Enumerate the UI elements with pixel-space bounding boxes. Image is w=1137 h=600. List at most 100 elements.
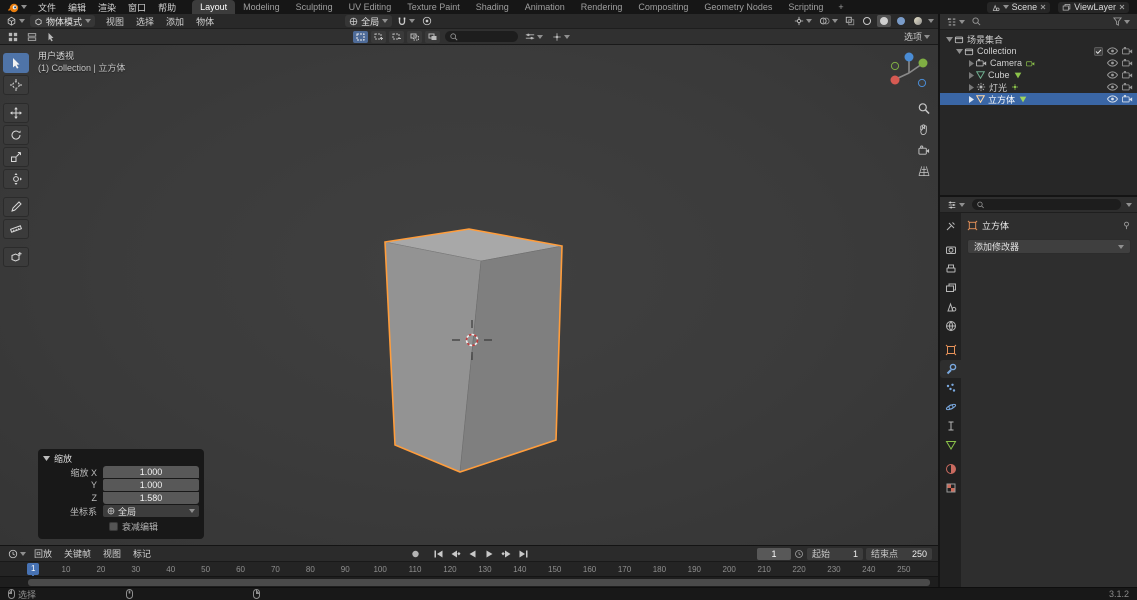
- properties-editor-type-button[interactable]: [945, 199, 967, 211]
- close-icon[interactable]: [1040, 4, 1046, 10]
- collection-checkbox-icon[interactable]: [1094, 46, 1103, 56]
- row-scene-collection[interactable]: 场景集合: [940, 33, 1137, 45]
- outliner-search-icon[interactable]: [972, 17, 981, 26]
- ruler-tick[interactable]: 140: [509, 562, 531, 577]
- workspace-tab[interactable]: Shading: [468, 0, 517, 14]
- camera-view-button[interactable]: [916, 142, 932, 158]
- tool-move[interactable]: [3, 103, 29, 123]
- eye-icon[interactable]: [1107, 95, 1118, 103]
- ruler-tick[interactable]: 50: [195, 562, 217, 577]
- ruler-tick[interactable]: 210: [753, 562, 775, 577]
- timeline-ruler[interactable]: 10 20 30 40 50 60 70 80 90 100 110 120 130 140 150 160 1…: [0, 561, 938, 577]
- ruler-tick[interactable]: 90: [334, 562, 356, 577]
- topbar-menu-item[interactable]: 帮助: [152, 0, 182, 14]
- scene-selector[interactable]: Scene: [986, 1, 1051, 13]
- timeline-menu-item[interactable]: 标记: [127, 547, 157, 560]
- tool-search[interactable]: [445, 31, 518, 42]
- ruler-tick[interactable]: 20: [90, 562, 112, 577]
- caret-right-icon[interactable]: [968, 95, 974, 103]
- tool-gizmos-dropdown[interactable]: [550, 31, 572, 43]
- select-mode-intersect[interactable]: [425, 30, 440, 43]
- select-mode-invert[interactable]: [407, 30, 422, 43]
- ruler-tick[interactable]: 240: [858, 562, 880, 577]
- ruler-tick[interactable]: 80: [299, 562, 321, 577]
- ruler-tick[interactable]: 170: [614, 562, 636, 577]
- viewport-3d[interactable]: 用户透视 (1) Collection | 立方体 缩放 缩放 X 1.000 …: [0, 45, 938, 545]
- scale-z-field[interactable]: 1.580: [103, 492, 199, 504]
- close-icon[interactable]: [1119, 4, 1125, 10]
- tab-texture[interactable]: [940, 479, 961, 497]
- operator-panel-header[interactable]: 缩放: [43, 452, 199, 465]
- workspace-filter-button[interactable]: [25, 31, 39, 43]
- jump-to-end-button[interactable]: [516, 548, 531, 560]
- properties-search[interactable]: [972, 199, 1121, 210]
- tool-options-dropdown[interactable]: 选项: [902, 31, 932, 43]
- next-keyframe-button[interactable]: [499, 548, 514, 560]
- orientation-selector[interactable]: 全局: [345, 15, 393, 27]
- workspace-tab[interactable]: Texture Paint: [399, 0, 468, 14]
- show-overlays-toggle[interactable]: [817, 15, 840, 27]
- row-object-camera[interactable]: Camera: [940, 57, 1137, 69]
- caret-right-icon[interactable]: [968, 71, 974, 79]
- zoom-button[interactable]: [916, 100, 932, 116]
- snap-toggle[interactable]: [395, 15, 417, 27]
- caret-right-icon[interactable]: [968, 83, 974, 91]
- eye-icon[interactable]: [1107, 83, 1118, 91]
- workspace-tab[interactable]: Compositing: [630, 0, 696, 14]
- tab-view-layer[interactable]: [940, 279, 961, 297]
- render-visibility-icon[interactable]: [1122, 59, 1133, 67]
- frame-start-field[interactable]: 起始 1: [807, 547, 863, 560]
- viewlayer-selector[interactable]: ViewLayer: [1058, 1, 1129, 13]
- caret-right-icon[interactable]: [968, 59, 974, 67]
- tool-search-input[interactable]: [461, 31, 513, 42]
- tool-scale[interactable]: [3, 147, 29, 167]
- operator-panel[interactable]: 缩放 缩放 X 1.000 Y 1.000 Z 1.580 坐标系 全局 衰减编…: [38, 449, 204, 539]
- viewport-menu-item[interactable]: 物体: [190, 15, 220, 28]
- ruler-tick[interactable]: 150: [544, 562, 566, 577]
- ruler-tick[interactable]: 40: [160, 562, 182, 577]
- workspace-tab[interactable]: Sculpting: [288, 0, 341, 14]
- navigation-gizmo[interactable]: [886, 50, 932, 96]
- ruler-tick[interactable]: 60: [230, 562, 252, 577]
- ruler-tick[interactable]: 160: [579, 562, 601, 577]
- falloff-checkbox-row[interactable]: 衰减编辑: [109, 520, 199, 533]
- tab-physics[interactable]: [940, 398, 961, 416]
- orientation-dropdown[interactable]: 全局: [103, 505, 199, 517]
- ruler-tick[interactable]: 230: [823, 562, 845, 577]
- workspace-tab[interactable]: Layout: [192, 0, 236, 14]
- tool-transform[interactable]: [3, 169, 29, 189]
- prev-keyframe-button[interactable]: [448, 548, 463, 560]
- tool-cursor[interactable]: [3, 75, 29, 95]
- add-workspace-button[interactable]: +: [831, 0, 850, 14]
- breadcrumb-object-name[interactable]: 立方体: [982, 219, 1009, 232]
- topbar-menu-item[interactable]: 文件: [32, 0, 62, 14]
- row-object-light[interactable]: 灯光: [940, 81, 1137, 93]
- ruler-tick[interactable]: 10: [55, 562, 77, 577]
- show-gizmo-toggle[interactable]: [792, 15, 814, 27]
- ruler-tick[interactable]: 30: [125, 562, 147, 577]
- falloff-checkbox[interactable]: [109, 522, 118, 531]
- xray-toggle[interactable]: [843, 15, 857, 27]
- row-collection[interactable]: Collection: [940, 45, 1137, 57]
- ruler-tick[interactable]: 130: [474, 562, 496, 577]
- play-reverse-button[interactable]: [465, 548, 480, 560]
- current-frame-marker[interactable]: 1: [27, 563, 40, 575]
- outliner-filter-button[interactable]: [1111, 16, 1132, 28]
- tab-object[interactable]: [940, 341, 961, 359]
- tool-tweak-select[interactable]: [3, 53, 29, 73]
- viewport-menu-item[interactable]: 视图: [100, 15, 130, 28]
- caret-down-icon[interactable]: [955, 48, 963, 54]
- frame-end-field[interactable]: 结束点 250: [866, 547, 932, 560]
- tab-modifiers-active[interactable]: [940, 360, 961, 378]
- topbar-menu-item[interactable]: 编辑: [62, 0, 92, 14]
- current-frame-field[interactable]: 1: [757, 547, 791, 560]
- chevron-down-icon[interactable]: [1126, 202, 1132, 207]
- workspace-tab[interactable]: Animation: [517, 0, 573, 14]
- viewport-menu-item[interactable]: 选择: [130, 15, 160, 28]
- timeline-menu-item[interactable]: 视图: [97, 547, 127, 560]
- ruler-tick[interactable]: 120: [439, 562, 461, 577]
- shading-solid-button[interactable]: [877, 15, 891, 27]
- render-visibility-icon[interactable]: [1122, 83, 1133, 91]
- jump-to-start-button[interactable]: [431, 548, 446, 560]
- topbar-menu-item[interactable]: 窗口: [122, 0, 152, 14]
